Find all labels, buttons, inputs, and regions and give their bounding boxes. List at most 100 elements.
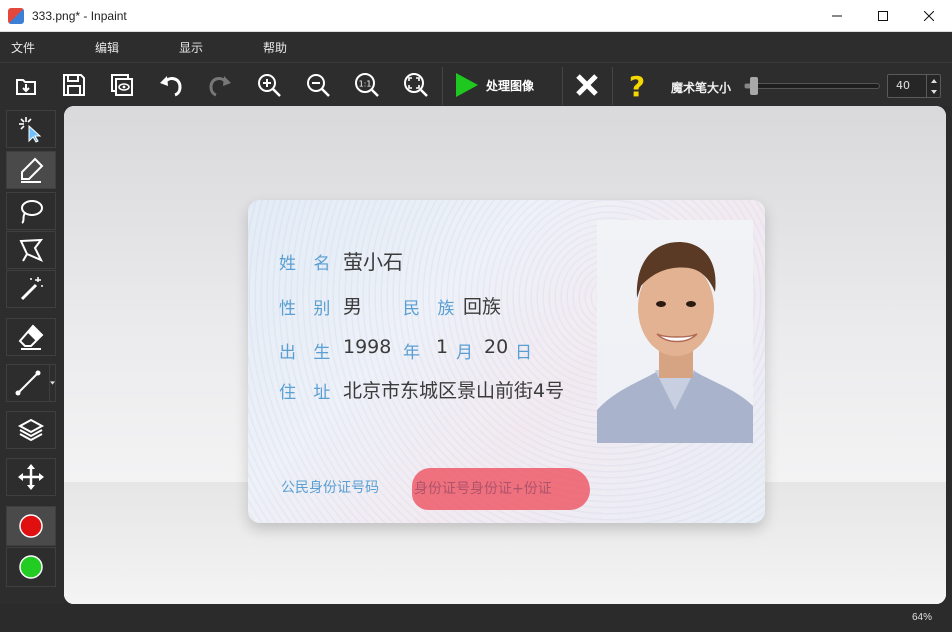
minimize-button[interactable] (814, 0, 860, 32)
magic-wand-tool[interactable] (6, 270, 56, 308)
spin-up-button[interactable] (927, 75, 941, 86)
ethnicity-value: 回族 (463, 296, 502, 318)
menu-view[interactable]: 显示 (168, 39, 252, 56)
magic-wand-icon (20, 277, 43, 301)
actual-size-icon: 1:1 (355, 73, 379, 97)
gender-label: 性 别 (279, 299, 337, 319)
brush-size-slider[interactable] (744, 83, 880, 89)
eraser-icon (18, 324, 44, 350)
close-icon (576, 74, 598, 96)
chevron-down-icon (931, 89, 937, 94)
actual-size-button[interactable]: 1:1 (349, 67, 385, 103)
chevron-down-icon (50, 381, 55, 385)
zoom-in-button[interactable] (251, 67, 287, 103)
move-tool[interactable] (6, 458, 56, 496)
maximize-button[interactable] (860, 0, 906, 32)
compare-icon (111, 74, 133, 96)
line-tool[interactable] (6, 364, 50, 402)
birth-year: 1998 (343, 336, 392, 358)
ethnicity-label: 民 族 (403, 299, 461, 319)
open-button[interactable] (8, 67, 44, 103)
minimize-icon (832, 15, 842, 17)
green-marker-color[interactable] (6, 547, 56, 587)
auto-select-tool[interactable] (6, 110, 56, 148)
brush-size-value[interactable]: 40 (896, 79, 910, 92)
help-icon: ? (629, 71, 645, 99)
portrait-photo (597, 220, 753, 443)
eraser-tool[interactable] (6, 318, 56, 356)
title-bar: 333.png* - Inpaint (0, 0, 952, 32)
status-bar: 64% (0, 604, 952, 632)
move-icon (18, 464, 44, 490)
polygon-lasso-tool[interactable] (6, 231, 56, 269)
undo-button[interactable] (153, 67, 189, 103)
fit-window-icon (404, 73, 428, 97)
play-icon (456, 73, 478, 97)
red-dot-icon (19, 514, 43, 538)
spin-down-button[interactable] (927, 86, 941, 97)
brush-size-spinbox[interactable]: 40 (887, 74, 941, 98)
line-icon (15, 370, 41, 396)
name-label: 姓 名 (279, 254, 337, 274)
undo-icon (160, 76, 182, 97)
year-char: 年 (403, 343, 420, 363)
toolbar-separator (442, 67, 443, 105)
process-image-button[interactable]: 处理图像 (452, 69, 534, 101)
gender-value: 男 (343, 296, 363, 318)
auto-select-icon (19, 117, 42, 143)
toolbar-separator (562, 67, 563, 105)
zoom-out-icon (307, 74, 330, 97)
fit-window-button[interactable] (398, 67, 434, 103)
close-icon (924, 11, 934, 21)
birth-month: 1 (436, 336, 449, 358)
brush-size-label: 魔术笔大小 (671, 81, 732, 95)
brush-size-slider-handle[interactable] (750, 77, 758, 95)
toolbar-separator (612, 67, 613, 105)
layers-tool[interactable] (6, 411, 56, 449)
tool-panel (0, 106, 64, 604)
green-dot-icon (19, 555, 43, 579)
help-button[interactable]: ? (619, 67, 655, 103)
image-canvas[interactable]: 姓 名 萤小石 性 别 男 民 族 回族 出 生 1998 年 1 月 20 日… (64, 106, 946, 604)
zoom-out-button[interactable] (300, 67, 336, 103)
red-marker-color[interactable] (6, 506, 56, 546)
window-controls (814, 0, 952, 32)
close-window-button[interactable] (906, 0, 952, 32)
toolbar: 1:1 处理图像 ? 魔术笔大小 40 (0, 62, 952, 106)
inpaint-app-icon (8, 7, 24, 24)
save-button[interactable] (56, 67, 92, 103)
lasso-tool[interactable] (6, 192, 56, 230)
line-tool-dropdown[interactable] (50, 364, 56, 402)
person-portrait-icon (597, 242, 753, 443)
menu-bar: 文件 编辑 显示 帮助 (0, 32, 952, 62)
redo-button[interactable] (202, 67, 238, 103)
redo-icon (209, 76, 231, 97)
cancel-button[interactable] (569, 67, 605, 103)
birth-day: 20 (484, 336, 509, 358)
compare-button[interactable] (104, 67, 140, 103)
id-number-value: 身份证号身份证+份证 (414, 481, 552, 497)
window-title: 333.png* - Inpaint (32, 8, 127, 23)
save-icon (63, 74, 85, 96)
maximize-icon (878, 11, 888, 21)
address-label: 住 址 (279, 383, 337, 403)
zoom-level: 64% (911, 612, 932, 623)
polygon-lasso-icon (19, 238, 44, 262)
marker-tool[interactable] (6, 151, 56, 189)
menu-file[interactable]: 文件 (0, 39, 84, 56)
lasso-icon (21, 200, 43, 224)
open-icon (16, 79, 36, 95)
menu-help[interactable]: 帮助 (252, 39, 336, 56)
name-value: 萤小石 (343, 250, 403, 274)
spin-arrows (926, 75, 940, 97)
id-card: 姓 名 萤小石 性 别 男 民 族 回族 出 生 1998 年 1 月 20 日… (248, 200, 765, 523)
address-value: 北京市东城区景山前街4号 (343, 380, 565, 402)
marker-icon (21, 157, 44, 183)
id-number-label: 公民身份证号码 (281, 480, 379, 496)
svg-text:?: ? (629, 71, 645, 99)
zoom-in-icon (258, 74, 281, 97)
chevron-up-icon (931, 78, 937, 83)
menu-edit[interactable]: 编辑 (84, 39, 168, 56)
svg-text:1:1: 1:1 (359, 80, 372, 89)
day-char: 日 (515, 343, 532, 363)
